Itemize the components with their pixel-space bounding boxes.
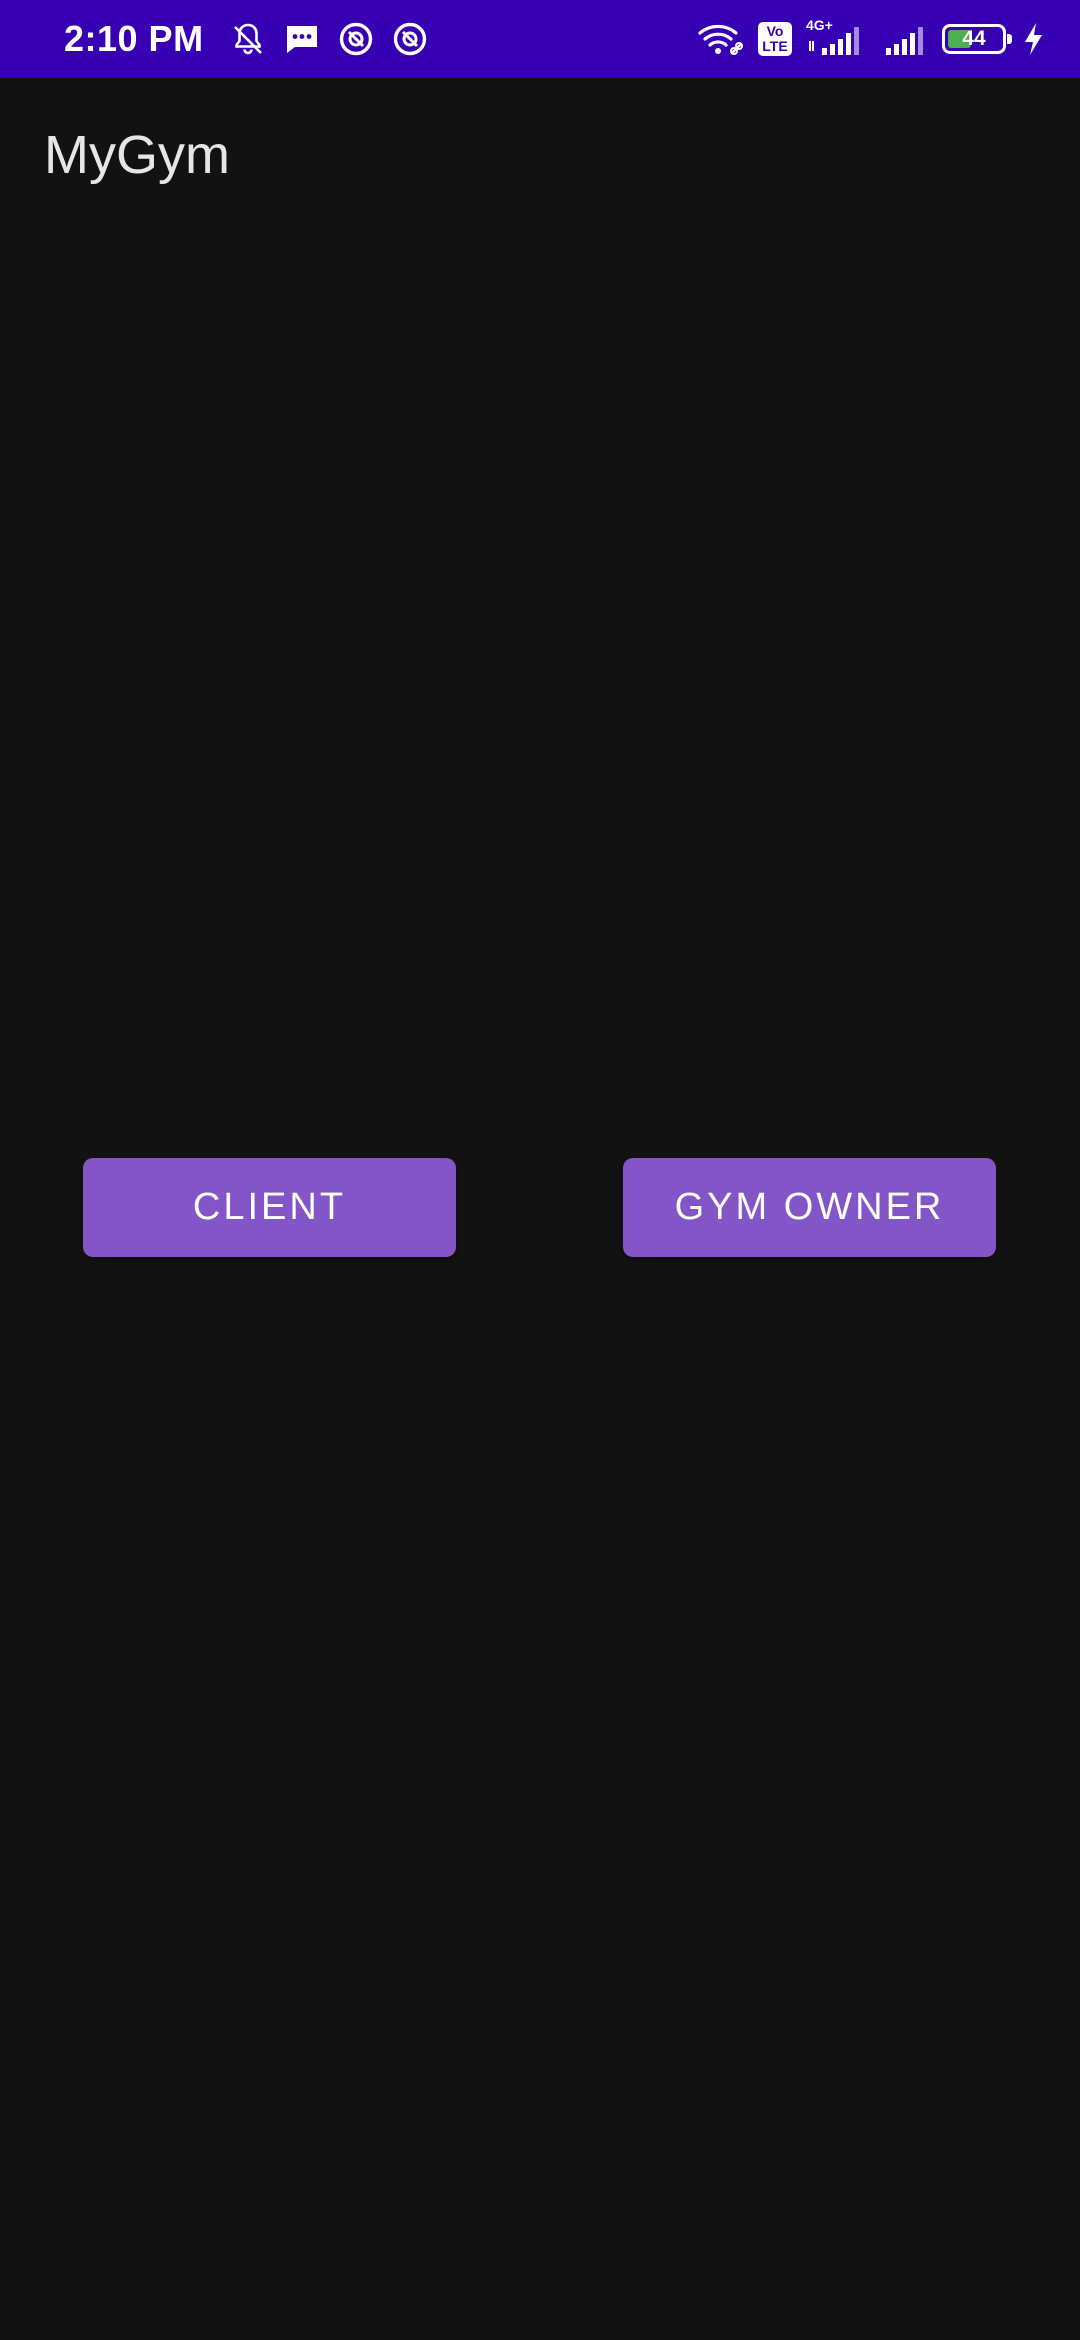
status-time: 2:10 PM bbox=[64, 18, 204, 59]
volte-icon: Vo LTE bbox=[758, 22, 792, 56]
app-notification-icon bbox=[339, 22, 372, 56]
sms-icon bbox=[286, 26, 317, 53]
muted-bell-icon bbox=[233, 23, 262, 55]
wifi-icon bbox=[698, 24, 743, 55]
volte-label-top: Vo bbox=[766, 23, 784, 39]
app-title: MyGym bbox=[44, 125, 230, 185]
status-bar-right: Vo LTE 4G+ 44 bbox=[696, 0, 1046, 78]
battery-icon: 44 bbox=[942, 24, 1012, 54]
signal-icon: 4G+ bbox=[806, 17, 868, 59]
status-bar: 2:10 PM Vo LTE 4G+ 44 bbox=[0, 0, 1080, 78]
battery-nub bbox=[1007, 34, 1012, 44]
app-notification-icon bbox=[393, 22, 426, 56]
client-button[interactable]: CLIENT bbox=[83, 1158, 456, 1257]
charging-icon bbox=[1025, 23, 1042, 55]
volte-label-bottom: LTE bbox=[762, 38, 788, 54]
battery-level: 44 bbox=[962, 27, 986, 50]
app-screen: 2:10 PM Vo LTE 4G+ 44 MyGym CLIENT GYM O… bbox=[0, 0, 1080, 2340]
status-bar-left: 2:10 PM bbox=[64, 0, 430, 78]
signal-icon bbox=[886, 27, 923, 55]
gym-owner-button[interactable]: GYM OWNER bbox=[623, 1158, 996, 1257]
signal-bars-icon bbox=[809, 27, 859, 55]
